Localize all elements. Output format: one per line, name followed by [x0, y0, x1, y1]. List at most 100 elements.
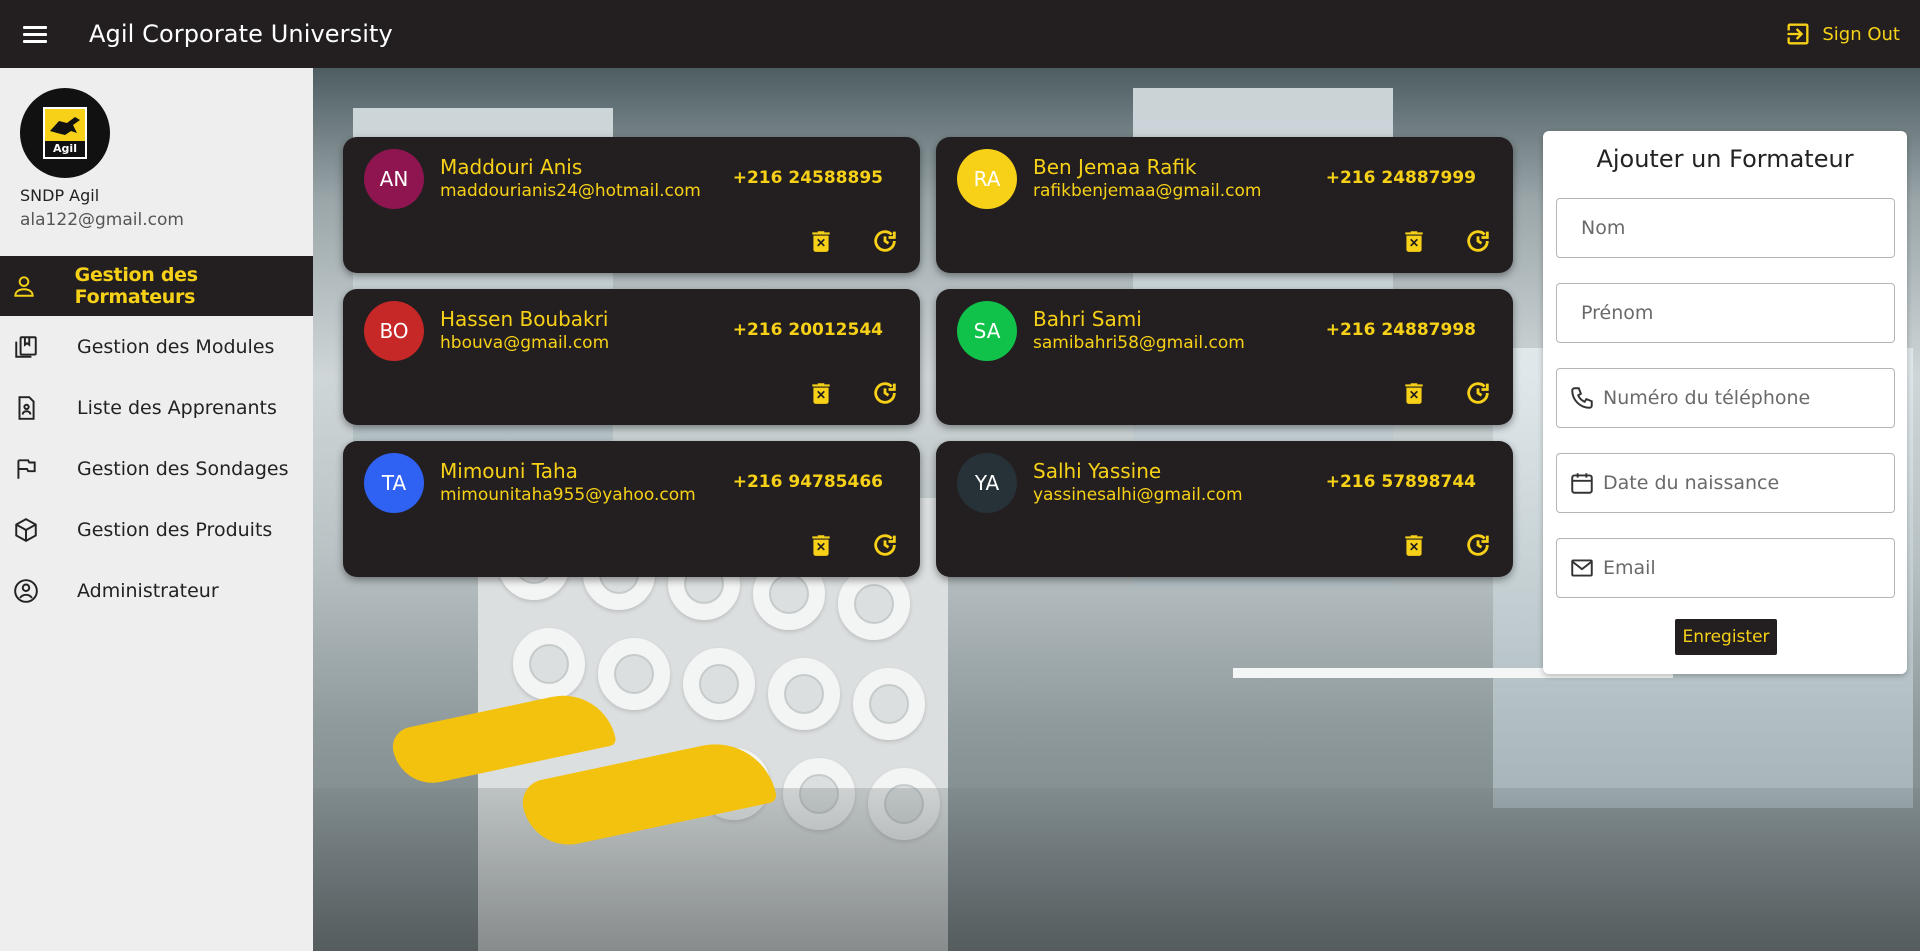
- refresh-icon: [1467, 534, 1489, 556]
- delete-button[interactable]: [1398, 529, 1430, 561]
- delete-icon: [812, 231, 830, 252]
- prenom-input[interactable]: [1557, 284, 1894, 342]
- save-button[interactable]: Enregister: [1675, 619, 1777, 655]
- sidebar-item-modules[interactable]: Gestion des Modules: [0, 317, 313, 377]
- phone-input[interactable]: [1595, 369, 1894, 427]
- avatar: AN: [364, 149, 424, 209]
- delete-icon: [812, 535, 830, 556]
- trainer-email: mimounitaha955@yahoo.com: [440, 485, 696, 505]
- prenom-field[interactable]: [1556, 283, 1895, 343]
- refresh-icon: [874, 382, 896, 404]
- nom-input[interactable]: [1557, 199, 1894, 257]
- company-logo: Agil: [20, 88, 110, 178]
- refresh-icon: [1467, 230, 1489, 252]
- sidebar-item-label: Liste des Apprenants: [77, 397, 277, 419]
- avatar: YA: [957, 453, 1017, 513]
- sidebar-item-label: Administrateur: [77, 580, 219, 602]
- trainer-name: Salhi Yassine: [1033, 459, 1162, 483]
- delete-icon: [1405, 231, 1423, 252]
- top-app-bar: Agil Corporate University Sign Out: [0, 0, 1920, 68]
- reset-button[interactable]: [869, 225, 901, 257]
- hamburger-icon[interactable]: [0, 0, 70, 68]
- form-title: Ajouter un Formateur: [1596, 145, 1854, 173]
- agil-logo-icon: Agil: [43, 107, 87, 159]
- phone-field[interactable]: [1556, 368, 1895, 428]
- refresh-icon: [874, 534, 896, 556]
- trainer-name: Bahri Sami: [1033, 307, 1142, 331]
- trainer-card[interactable]: RA Ben Jemaa Rafik rafikbenjemaa@gmail.c…: [936, 137, 1513, 273]
- trainer-phone: +216 57898744: [1325, 472, 1476, 492]
- box-icon: [0, 517, 77, 543]
- logo-text: Agil: [45, 141, 85, 157]
- reset-button[interactable]: [1462, 225, 1494, 257]
- sidebar-item-label: Gestion des Formateurs: [74, 264, 198, 308]
- trainer-card[interactable]: TA Mimouni Taha mimounitaha955@yahoo.com…: [343, 441, 920, 577]
- mail-icon: [1569, 555, 1595, 581]
- sidebar-item-label: Gestion des Sondages: [77, 458, 289, 480]
- person-icon: [0, 273, 75, 299]
- calendar-icon: [1569, 470, 1595, 496]
- avatar: TA: [364, 453, 424, 513]
- reset-button[interactable]: [869, 377, 901, 409]
- reset-button[interactable]: [869, 529, 901, 561]
- avatar: RA: [957, 149, 1017, 209]
- trainer-email: hbouva@gmail.com: [440, 333, 610, 353]
- sidebar-item-administrateur[interactable]: Administrateur: [0, 561, 313, 621]
- sidebar-item-formateurs[interactable]: Gestion des Formateurs: [0, 256, 313, 316]
- sign-out-label: Sign Out: [1822, 23, 1900, 45]
- refresh-icon: [1467, 382, 1489, 404]
- sidebar-item-produits[interactable]: Gestion des Produits: [0, 500, 313, 560]
- trainer-email: samibahri58@gmail.com: [1033, 333, 1245, 353]
- delete-button[interactable]: [805, 377, 837, 409]
- refresh-icon: [874, 230, 896, 252]
- badge-document-icon: [0, 395, 77, 421]
- add-trainer-form: Ajouter un Formateur Enregister: [1543, 131, 1907, 674]
- delete-icon: [812, 383, 830, 404]
- trainer-phone: +216 20012544: [732, 320, 883, 340]
- trainer-phone: +216 94785466: [732, 472, 883, 492]
- delete-button[interactable]: [805, 225, 837, 257]
- reset-button[interactable]: [1462, 529, 1494, 561]
- trainer-email: maddourianis24@hotmail.com: [440, 181, 701, 201]
- trainer-phone: +216 24588895: [732, 168, 883, 188]
- logout-icon: [1787, 23, 1809, 45]
- trainer-name: Ben Jemaa Rafik: [1033, 155, 1197, 179]
- birthdate-field[interactable]: [1556, 453, 1895, 513]
- trainer-name: Hassen Boubakri: [440, 307, 609, 331]
- trainer-email: rafikbenjemaa@gmail.com: [1033, 181, 1262, 201]
- sidebar-item-sondages[interactable]: Gestion des Sondages: [0, 439, 313, 499]
- trainer-card[interactable]: BO Hassen Boubakri hbouva@gmail.com +216…: [343, 289, 920, 425]
- avatar: SA: [957, 301, 1017, 361]
- book-icon: [0, 334, 77, 360]
- trainer-phone: +216 24887998: [1325, 320, 1476, 340]
- delete-button[interactable]: [805, 529, 837, 561]
- birthdate-input[interactable]: [1595, 454, 1894, 512]
- app-title: Agil Corporate University: [89, 20, 393, 48]
- sign-out-button[interactable]: Sign Out: [1784, 0, 1900, 68]
- email-field[interactable]: [1556, 538, 1895, 598]
- phone-icon: [1569, 385, 1595, 411]
- delete-icon: [1405, 383, 1423, 404]
- trainer-name: Mimouni Taha: [440, 459, 578, 483]
- reset-button[interactable]: [1462, 377, 1494, 409]
- trainer-card[interactable]: YA Salhi Yassine yassinesalhi@gmail.com …: [936, 441, 1513, 577]
- trainer-card[interactable]: SA Bahri Sami samibahri58@gmail.com +216…: [936, 289, 1513, 425]
- email-input[interactable]: [1595, 539, 1894, 597]
- trainer-name: Maddouri Anis: [440, 155, 583, 179]
- sidebar: Agil SNDP Agil ala122@gmail.com Gestion …: [0, 68, 313, 951]
- delete-button[interactable]: [1398, 377, 1430, 409]
- account-circle-icon: [0, 578, 77, 604]
- nom-field[interactable]: [1556, 198, 1895, 258]
- trainer-card[interactable]: AN Maddouri Anis maddourianis24@hotmail.…: [343, 137, 920, 273]
- sidebar-item-label: Gestion des Produits: [77, 519, 273, 541]
- flag-icon: [0, 456, 77, 482]
- profile-email: ala122@gmail.com: [20, 210, 184, 230]
- profile-name: SNDP Agil: [20, 186, 100, 205]
- sidebar-item-label: Gestion des Modules: [77, 336, 275, 358]
- avatar: BO: [364, 301, 424, 361]
- sidebar-item-apprenants[interactable]: Liste des Apprenants: [0, 378, 313, 438]
- profile-section: Agil SNDP Agil ala122@gmail.com: [0, 68, 313, 256]
- delete-icon: [1405, 535, 1423, 556]
- trainer-email: yassinesalhi@gmail.com: [1033, 485, 1243, 505]
- delete-button[interactable]: [1398, 225, 1430, 257]
